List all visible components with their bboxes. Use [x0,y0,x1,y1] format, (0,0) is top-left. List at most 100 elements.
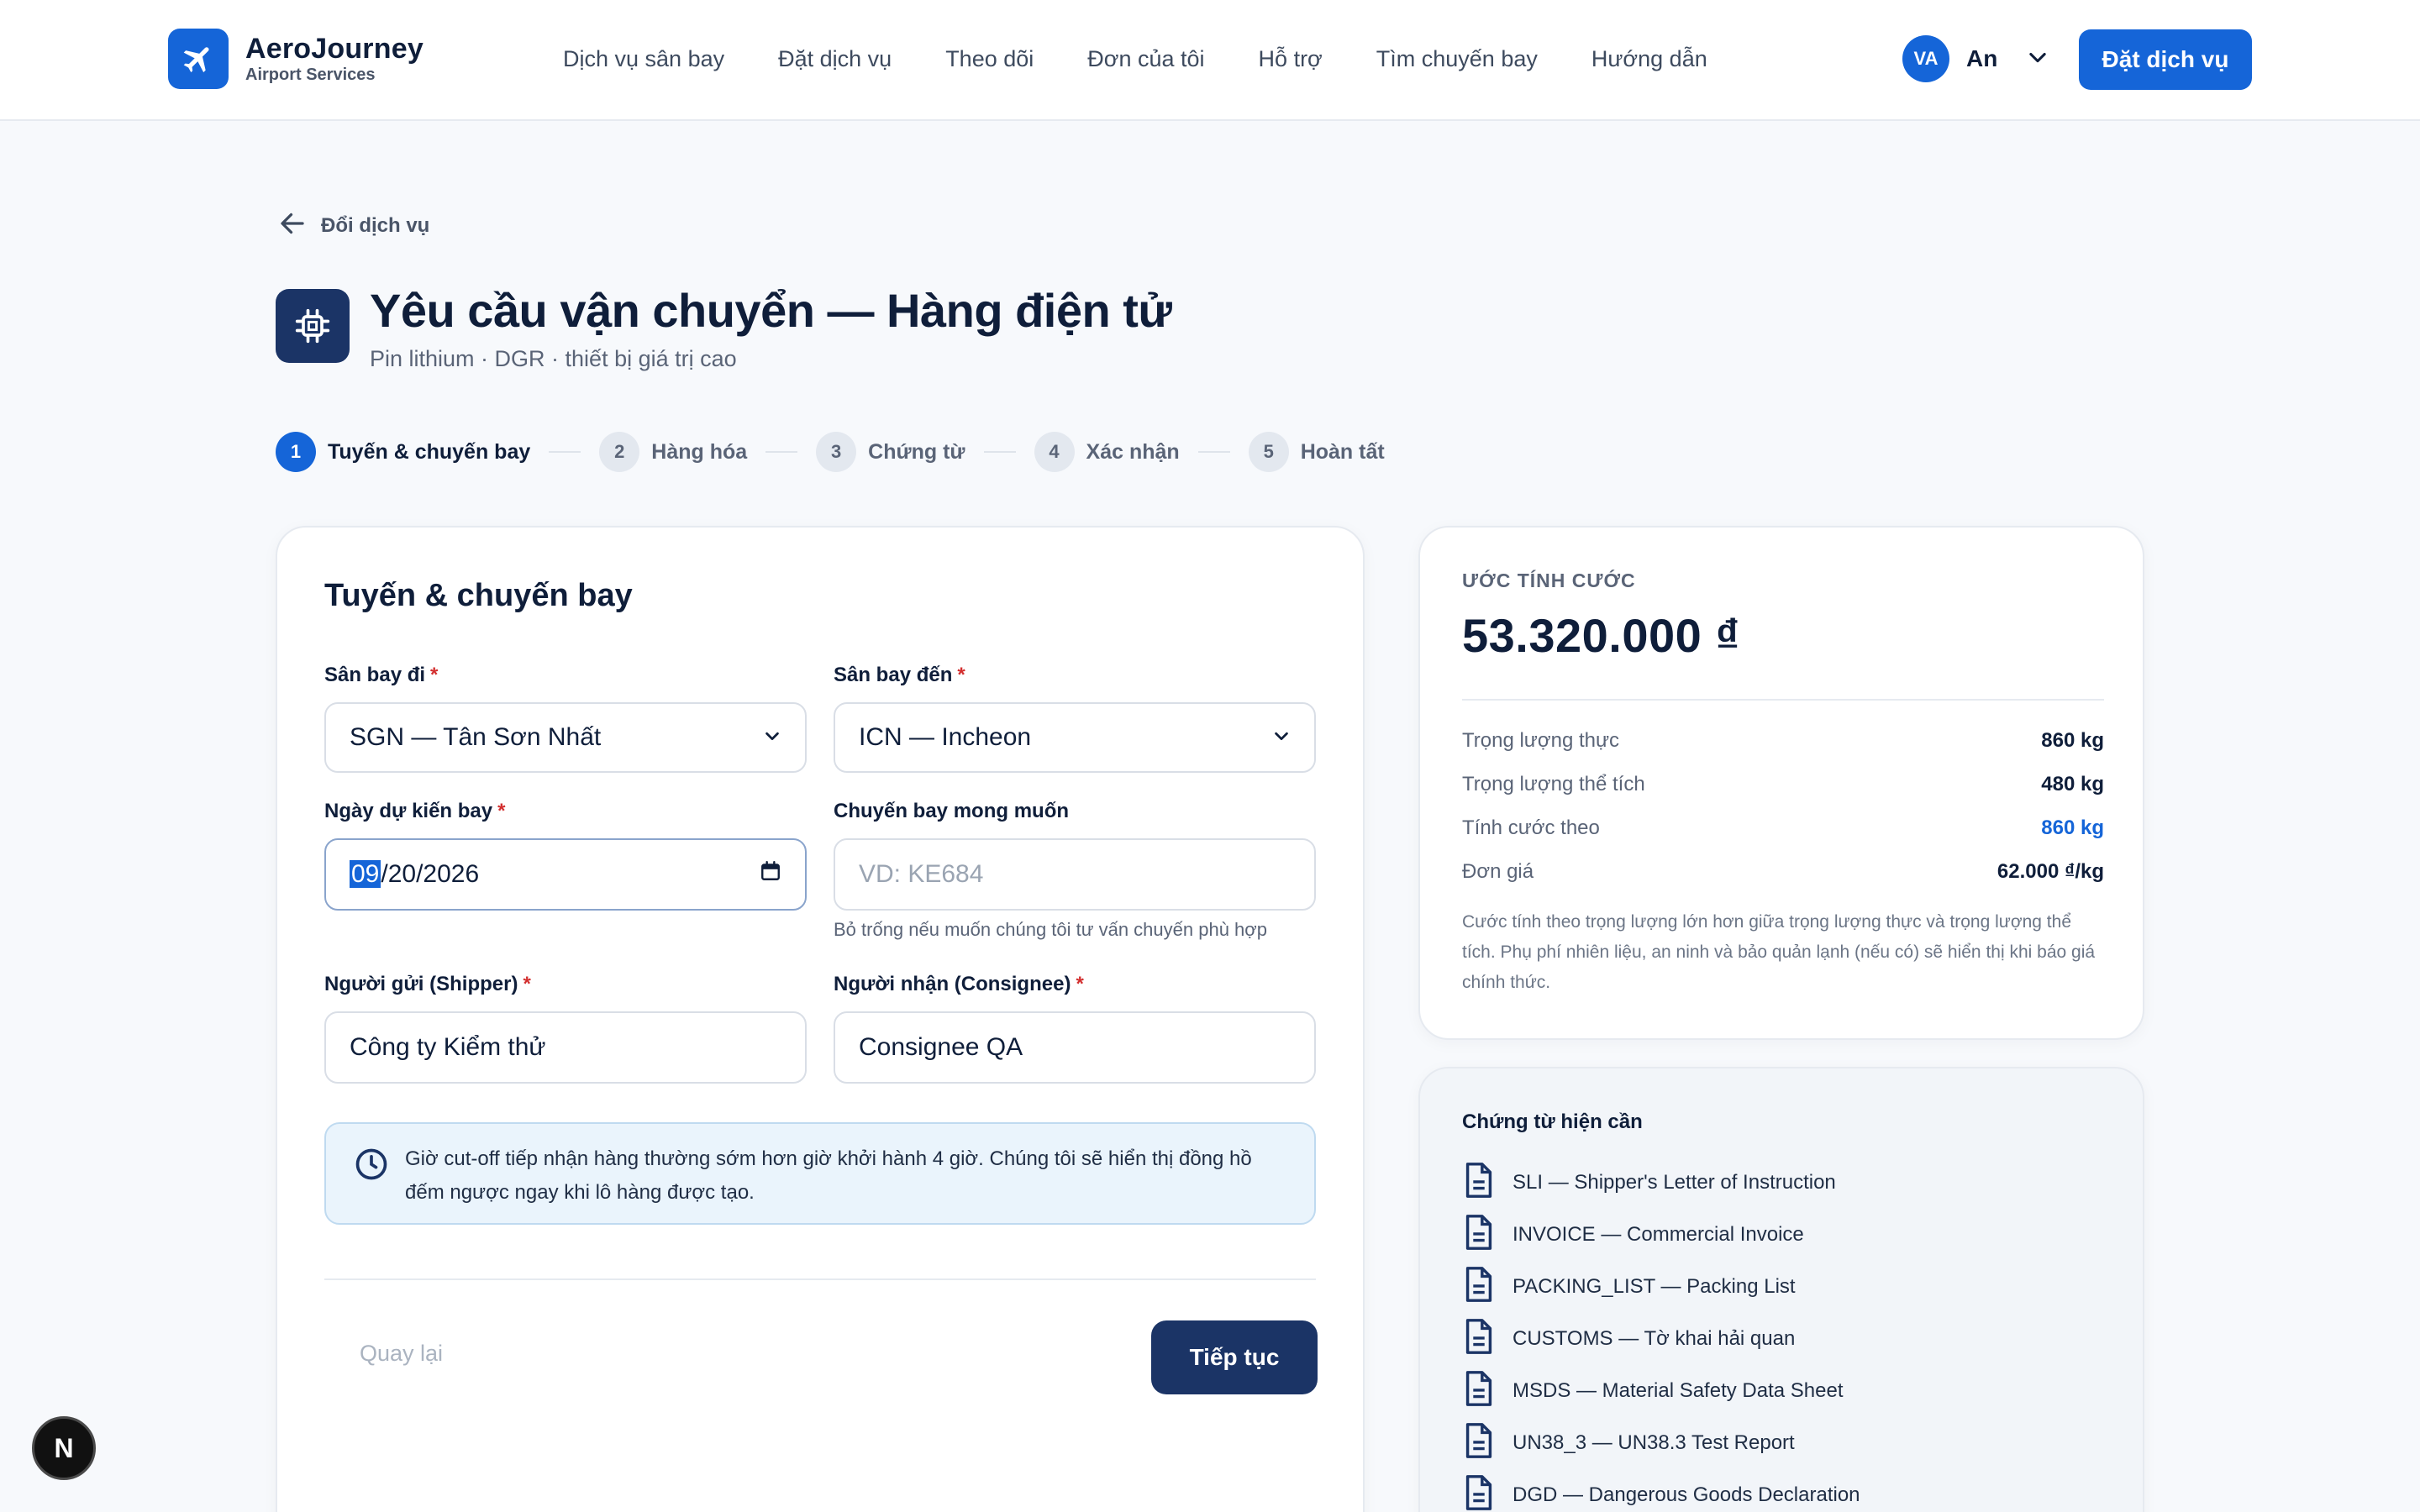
shipper-input[interactable] [324,1011,807,1084]
chevron-down-icon [2026,45,2049,73]
step-confirm[interactable]: 4 Xác nhận [1034,432,1180,472]
step-connector [983,451,1016,453]
form-title: Tuyến & chuyến bay [324,578,633,613]
back-button[interactable]: Quay lại [360,1341,443,1367]
clock-icon [353,1146,390,1187]
document-label: DGD — Dangerous Goods Declaration [1512,1483,1860,1506]
flight-date-input[interactable]: 09/20/2026 [324,838,807,911]
page-title: Yêu cầu vận chuyển — Hàng điện tử [370,284,1172,337]
estimate-row-volume-weight: Trọng lượng thể tích 480 kg [1462,773,2104,796]
estimate-row-label: Trọng lượng thực [1462,729,1620,752]
step-number: 2 [599,432,640,472]
document-label: UN38_3 — UN38.3 Test Report [1512,1431,1795,1454]
required-mark: * [430,664,439,686]
estimate-divider [1462,699,2104,701]
origin-airport-select[interactable]: SGN — Tân Sơn Nhất [324,702,807,773]
destination-airport-value: ICN — Incheon [859,723,1032,751]
step-route-flight[interactable]: 1 Tuyến & chuyến bay [276,432,530,472]
required-documents-card: Chứng từ hiện cần SLI — Shipper's Letter… [1418,1067,2144,1512]
document-icon [1462,1369,1496,1412]
brand[interactable]: AeroJourney Airport Services [168,29,424,89]
change-service-link[interactable]: Đổi dịch vụ [277,208,429,243]
step-complete[interactable]: 5 Hoàn tất [1248,432,1385,472]
step-cargo[interactable]: 2 Hàng hóa [599,432,747,472]
document-icon [1462,1213,1496,1256]
estimate-note: Cước tính theo trọng lượng lớn hơn giữa … [1462,912,2096,992]
nav-book-service[interactable]: Đặt dịch vụ [778,42,892,76]
nav-tracking[interactable]: Theo dõi [945,42,1034,76]
chip-icon [276,289,350,363]
page-subtitle: Pin lithium · DGR · thiết bị giá trị cao [370,346,737,371]
book-service-button[interactable]: Đặt dịch vụ [2079,29,2252,90]
flight-date-label: Ngày dự kiến bay * [324,800,505,823]
chevron-down-icon [1272,723,1291,752]
change-service-label: Đổi dịch vụ [321,213,430,237]
nav-guide[interactable]: Hướng dẫn [1591,42,1707,76]
destination-airport-select[interactable]: ICN — Incheon [834,702,1316,773]
date-month-segment[interactable]: 09 [350,860,381,888]
document-label: MSDS — Material Safety Data Sheet [1512,1378,1844,1402]
fare-estimate-card: ƯỚC TÍNH CƯỚC 53.320.000 ₫ Trọng lượng t… [1418,526,2144,1040]
cutoff-notice: Giờ cut-off tiếp nhận hàng thường sớm hơ… [324,1122,1316,1225]
preferred-flight-input[interactable] [834,838,1316,911]
required-mark: * [523,973,531,995]
flight-date-label-text: Ngày dự kiến bay [324,800,493,822]
document-item: DGD — Dangerous Goods Declaration [1462,1473,1860,1512]
origin-airport-value: SGN — Tân Sơn Nhất [350,723,602,751]
step-connector [1197,451,1230,453]
consignee-input[interactable] [834,1011,1316,1084]
continue-button[interactable]: Tiếp tục [1151,1320,1318,1394]
document-item: UN38_3 — UN38.3 Test Report [1462,1421,1795,1464]
origin-airport-label-text: Sân bay đi [324,664,426,686]
estimate-row-label: Trọng lượng thể tích [1462,773,1645,795]
document-item: PACKING_LIST — Packing List [1462,1265,1796,1308]
date-rest-segment[interactable]: /20/2026 [381,860,479,888]
document-label: CUSTOMS — Tờ khai hải quan [1512,1326,1796,1350]
origin-airport-label: Sân bay đi * [324,664,438,687]
estimate-row-actual-weight: Trọng lượng thực 860 kg [1462,729,2104,753]
step-label: Hoàn tất [1300,439,1385,464]
estimate-row-unit-price: Đơn giá 62.000 ₫/kg [1462,860,2104,884]
nav-support[interactable]: Hỗ trợ [1259,42,1323,76]
estimate-row-value: 860 kg [2041,816,2104,839]
estimate-row-chargeable-weight: Tính cước theo 860 kg [1462,816,2104,840]
step-documents[interactable]: 3 Chứng từ [816,432,965,472]
avatar: VA [1902,35,1949,82]
preferred-flight-helper: Bỏ trống nếu muốn chúng tôi tư vấn chuyế… [834,919,1267,940]
step-number: 5 [1248,432,1289,472]
chevron-down-icon [763,723,781,752]
estimate-row-value: 62.000 ₫/kg [1996,860,2104,883]
document-icon [1462,1473,1496,1512]
calendar-icon[interactable] [760,860,781,889]
brand-name: AeroJourney [245,33,424,65]
document-icon [1462,1317,1496,1360]
destination-airport-label: Sân bay đến * [834,664,965,687]
nav-airport-services[interactable]: Dịch vụ sân bay [563,42,724,76]
destination-airport-label-text: Sân bay đến [834,664,953,686]
flight-date-value: 09/20/2026 [350,860,479,889]
step-label: Xác nhận [1086,439,1180,464]
document-icon [1462,1421,1496,1464]
shipper-label-text: Người gửi (Shipper) [324,973,518,995]
required-mark: * [1076,973,1084,995]
nav-flight-search[interactable]: Tìm chuyến bay [1376,42,1538,76]
step-label: Hàng hóa [651,439,748,464]
main-nav: Dịch vụ sân bay Đặt dịch vụ Theo dõi Đơn… [563,42,1761,76]
document-icon [1462,1265,1496,1308]
stepper: 1 Tuyến & chuyến bay 2 Hàng hóa 3 Chứng … [276,432,1385,472]
step-number: 1 [276,432,316,472]
required-mark: * [957,664,965,686]
nav-my-orders[interactable]: Đơn của tôi [1087,42,1204,76]
estimate-row-label: Tính cước theo [1462,816,1600,839]
consignee-label: Người nhận (Consignee) * [834,973,1084,996]
user-menu[interactable]: VA An [1902,35,2049,82]
arrow-left-icon [277,208,308,243]
preferred-flight-label: Chuyến bay mong muốn [834,800,1070,822]
step-number: 3 [816,432,857,472]
document-item: SLI — Shipper's Letter of Instruction [1462,1161,1836,1204]
brand-subtitle: Airport Services [245,66,376,84]
document-label: PACKING_LIST — Packing List [1512,1274,1796,1298]
dev-tools-badge[interactable]: N [32,1416,96,1480]
top-navbar: AeroJourney Airport Services Dịch vụ sân… [0,0,2420,121]
estimate-total: 53.320.000 ₫ [1462,609,1740,662]
